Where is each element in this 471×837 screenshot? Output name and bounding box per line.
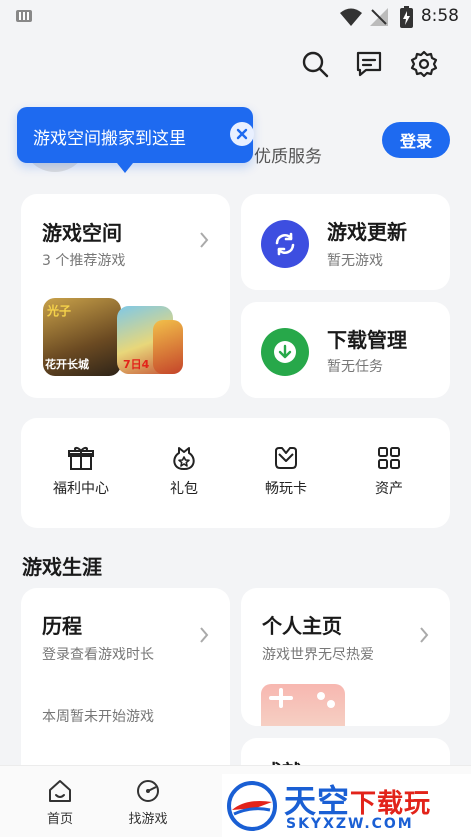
grid-icon	[378, 447, 400, 469]
shortcut-label: 礼包	[170, 481, 198, 497]
card-icon	[275, 447, 297, 469]
game-update-subtitle: 暂无游戏	[327, 253, 383, 269]
nav-discover[interactable]: 找游戏	[108, 778, 188, 827]
career-heading: 游戏生涯	[22, 555, 102, 579]
download-manager-card[interactable]: 下载管理 暂无任务	[241, 302, 450, 398]
history-note: 本周暂未开始游戏	[42, 709, 154, 725]
message-button[interactable]	[354, 49, 384, 79]
profile-subtitle: 优质服务	[254, 147, 322, 167]
homepage-subtitle: 游戏世界无尽热爱	[262, 647, 374, 663]
close-icon	[236, 128, 248, 140]
chevron-right-icon	[200, 627, 209, 643]
search-button[interactable]	[300, 49, 330, 79]
shortcut-assets[interactable]: 资产	[344, 444, 434, 498]
status-bar: 8:58	[0, 0, 471, 34]
game-thumb-text-2: 花开长城	[45, 358, 89, 371]
homepage-title: 个人主页	[262, 614, 342, 638]
login-button[interactable]: 登录	[382, 122, 450, 158]
download-icon	[274, 341, 296, 363]
download-title: 下载管理	[327, 328, 407, 352]
tooltip-arrow	[117, 163, 133, 173]
game-thumbnail-1[interactable]: 光子 花开长城	[43, 298, 121, 376]
no-signal-icon	[370, 8, 388, 26]
shortcut-welfare-center[interactable]: 福利中心	[36, 444, 126, 498]
nav-home[interactable]: 首页	[20, 778, 100, 827]
history-card[interactable]: 历程 登录查看游戏时长 本周暂未开始游戏	[21, 588, 230, 788]
watermark-brand-text: 天空	[284, 782, 351, 820]
wifi-icon	[340, 8, 362, 26]
download-icon-badge	[261, 328, 309, 376]
sim-icon	[16, 10, 32, 22]
update-icon-badge	[261, 220, 309, 268]
status-time: 8:58	[420, 6, 459, 26]
gift-icon	[68, 447, 94, 470]
shortcut-play-card[interactable]: 畅玩卡	[241, 444, 331, 498]
nav-label: 首页	[46, 812, 73, 827]
history-title: 历程	[42, 614, 82, 638]
history-subtitle: 登录查看游戏时长	[42, 647, 154, 663]
message-icon	[356, 51, 382, 77]
chevron-right-icon	[200, 232, 209, 248]
tooltip-text: 游戏空间搬家到这里	[33, 129, 186, 149]
game-update-title: 游戏更新	[327, 220, 407, 244]
watermark-url: SKYXZW.COM	[286, 816, 414, 832]
game-space-title: 游戏空间	[42, 221, 122, 245]
shortcut-card: 福利中心 礼包 畅玩卡 资产	[21, 418, 450, 528]
giftbag-icon	[173, 447, 195, 470]
watermark-logo-icon	[227, 781, 277, 831]
tooltip-close-button[interactable]	[230, 122, 254, 146]
shortcut-giftbag[interactable]: 礼包	[139, 444, 229, 498]
tooltip: 游戏空间搬家到这里	[17, 107, 254, 173]
gear-icon	[410, 50, 438, 78]
download-subtitle: 暂无任务	[327, 359, 383, 375]
personal-homepage-card[interactable]: 个人主页 游戏世界无尽热爱	[241, 588, 450, 726]
shortcut-label: 畅玩卡	[265, 481, 307, 497]
battery-icon	[400, 6, 413, 28]
gamepad-illustration	[261, 684, 345, 726]
search-icon	[302, 51, 329, 78]
settings-button[interactable]	[409, 49, 439, 79]
shortcut-label: 福利中心	[53, 481, 109, 497]
game-thumb-text-3: 7日4	[123, 358, 150, 371]
nav-label: 找游戏	[128, 812, 168, 827]
chevron-right-icon	[420, 627, 429, 643]
discover-icon	[137, 780, 159, 802]
refresh-icon	[275, 232, 295, 256]
watermark: 天空下载玩 SKYXZW.COM	[222, 774, 471, 837]
game-update-card[interactable]: 游戏更新 暂无游戏	[241, 194, 450, 290]
shortcut-label: 资产	[375, 481, 403, 497]
gamepad-icon	[269, 688, 335, 708]
game-space-card[interactable]: 游戏空间 3 个推荐游戏 光子 花开长城 7日4	[21, 194, 230, 398]
home-icon	[49, 780, 71, 802]
game-thumb-text-1: 光子	[47, 304, 72, 318]
game-thumbnail-3[interactable]	[153, 320, 183, 374]
game-space-subtitle: 3 个推荐游戏	[42, 253, 126, 269]
watermark-tagline: 下载玩	[350, 789, 432, 819]
